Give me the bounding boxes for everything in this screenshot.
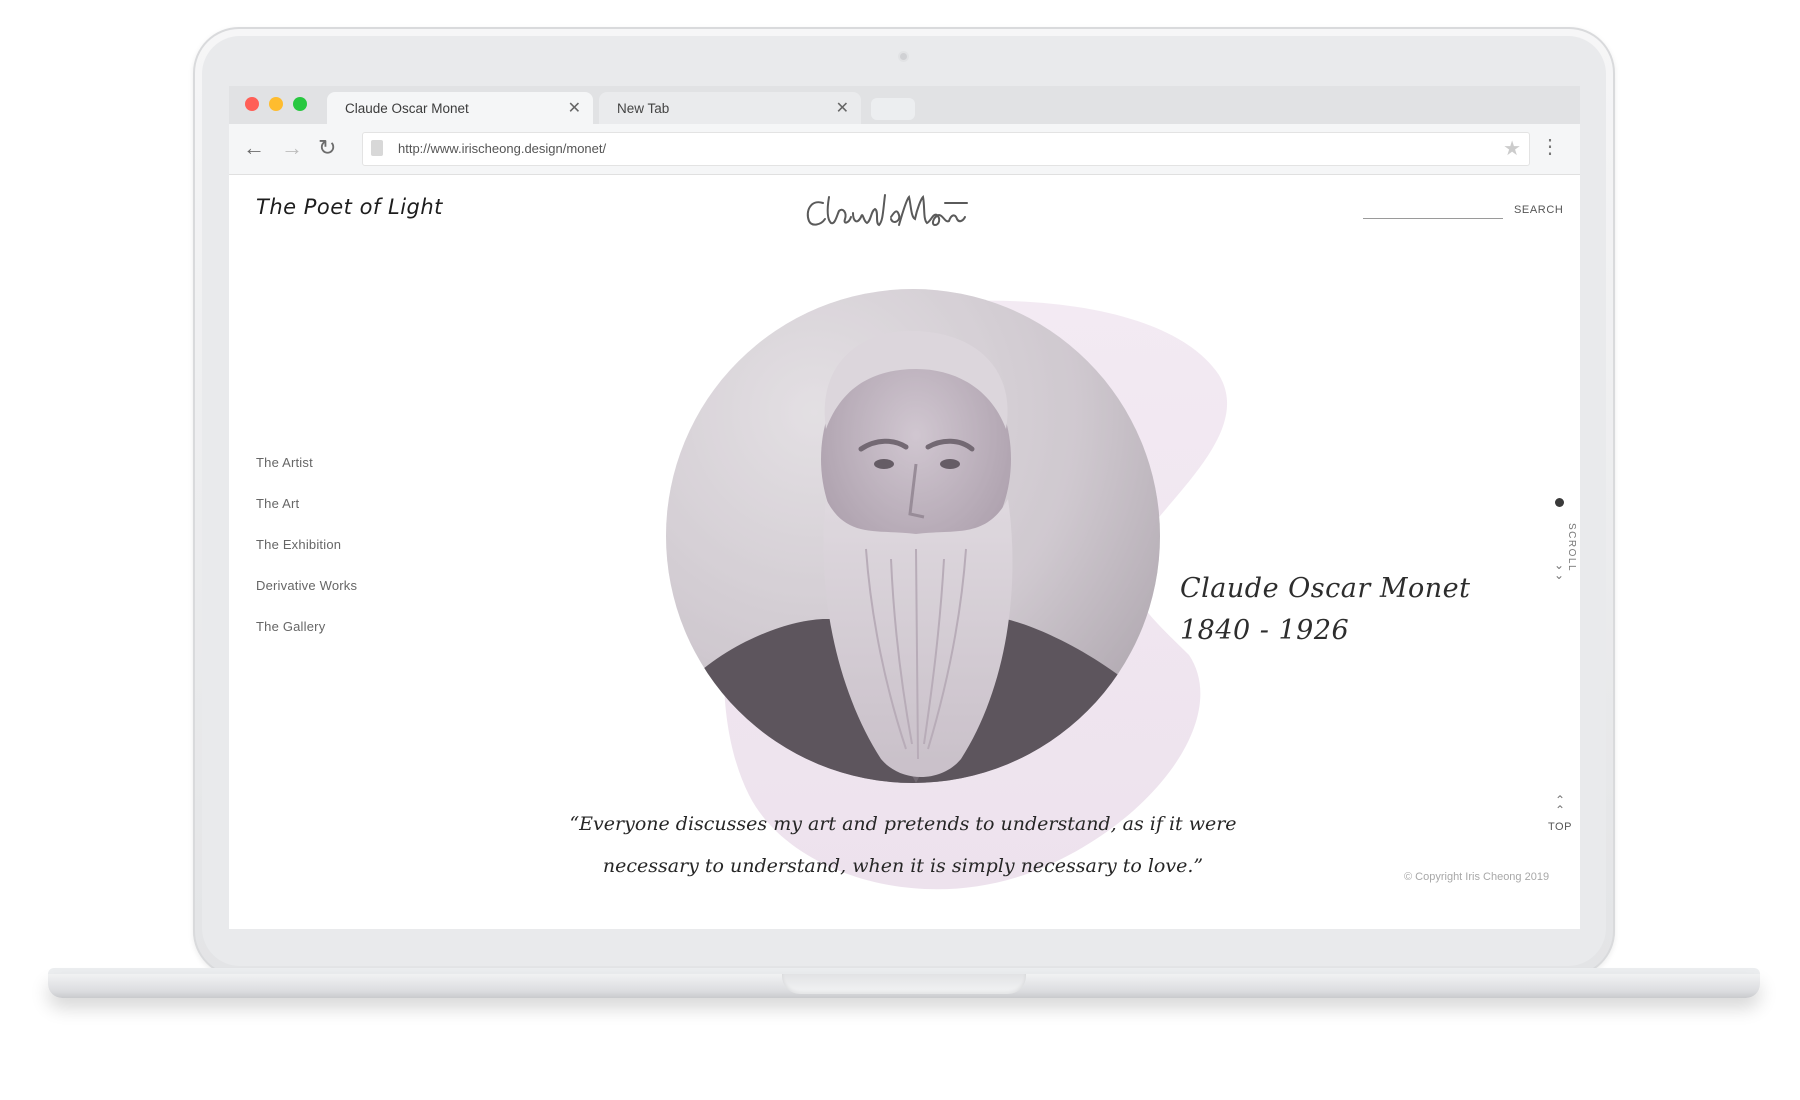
tab-new-tab[interactable]: New Tab ✕ xyxy=(599,92,861,124)
claude-monet-signature-logo[interactable] xyxy=(799,181,969,241)
tab-claude-oscar-monet[interactable]: Claude Oscar Monet ✕ xyxy=(327,92,593,124)
nav-item-the-gallery[interactable]: The Gallery xyxy=(256,619,357,634)
close-tab-icon[interactable]: ✕ xyxy=(836,98,849,118)
address-bar[interactable]: http://www.irischeong.design/monet/ ★ xyxy=(362,132,1530,166)
search-input[interactable] xyxy=(1363,218,1503,219)
site-title[interactable]: The Poet of Light xyxy=(256,195,443,219)
bookmark-star-icon[interactable]: ★ xyxy=(1503,136,1521,161)
artist-name-block: Claude Oscar Monet 1840 - 1926 xyxy=(1180,568,1470,652)
top-label: TOP xyxy=(1548,821,1572,833)
scroll-indicator[interactable]: SCROLL ⌄ ⌄ xyxy=(1549,498,1577,588)
double-chevron-down-icon: ⌄ ⌄ xyxy=(1554,558,1565,582)
artist-name: Claude Oscar Monet xyxy=(1180,573,1471,604)
tab-title: New Tab xyxy=(617,101,670,116)
laptop-opening-notch xyxy=(782,974,1026,994)
nav-item-the-art[interactable]: The Art xyxy=(256,496,357,511)
back-to-top-button[interactable]: ⌃ ⌃ TOP xyxy=(1540,793,1580,833)
search-button[interactable]: SEARCH xyxy=(1514,204,1563,216)
camera-icon xyxy=(900,53,907,60)
scroll-dot-icon xyxy=(1555,498,1564,507)
web-page: The Poet of Light SEARCH The Artist The … xyxy=(229,175,1580,929)
page-icon xyxy=(371,140,383,156)
quote-line-2: necessary to understand, when it is simp… xyxy=(602,855,1204,877)
back-arrow-icon[interactable]: ← xyxy=(243,136,265,160)
url-text[interactable]: http://www.irischeong.design/monet/ xyxy=(398,141,606,156)
nav-item-derivative-works[interactable]: Derivative Works xyxy=(256,578,357,593)
browser-toolbar: ← → ↻ http://www.irischeong.design/monet… xyxy=(229,124,1580,175)
copyright-text: © Copyright Iris Cheong 2019 xyxy=(1404,871,1550,883)
double-chevron-up-icon: ⌃ ⌃ xyxy=(1554,793,1566,817)
nav-item-the-artist[interactable]: The Artist xyxy=(256,455,357,470)
close-tab-icon[interactable]: ✕ xyxy=(568,98,581,118)
side-navigation: The Artist The Art The Exhibition Deriva… xyxy=(256,455,357,660)
nav-item-the-exhibition[interactable]: The Exhibition xyxy=(256,537,357,552)
forward-arrow-icon[interactable]: → xyxy=(281,136,303,160)
browser-window: Claude Oscar Monet ✕ New Tab ✕ ← → ↻ htt… xyxy=(229,86,1580,929)
tab-title: Claude Oscar Monet xyxy=(345,101,469,116)
minimize-window-button[interactable] xyxy=(269,97,283,111)
scroll-label: SCROLL xyxy=(1566,522,1578,573)
monet-portrait-image xyxy=(666,289,1160,783)
tab-bar: Claude Oscar Monet ✕ New Tab ✕ xyxy=(229,86,1580,124)
close-window-button[interactable] xyxy=(245,97,259,111)
monet-quote: “Everyone discusses my art and pretends … xyxy=(563,803,1243,887)
browser-menu-icon[interactable]: ⋮ xyxy=(1540,134,1560,160)
new-tab-button[interactable] xyxy=(871,98,915,120)
quote-line-1: “Everyone discusses my art and pretends … xyxy=(569,813,1237,835)
reload-icon[interactable]: ↻ xyxy=(318,136,336,160)
artist-years: 1840 - 1926 xyxy=(1180,615,1350,646)
maximize-window-button[interactable] xyxy=(293,97,307,111)
